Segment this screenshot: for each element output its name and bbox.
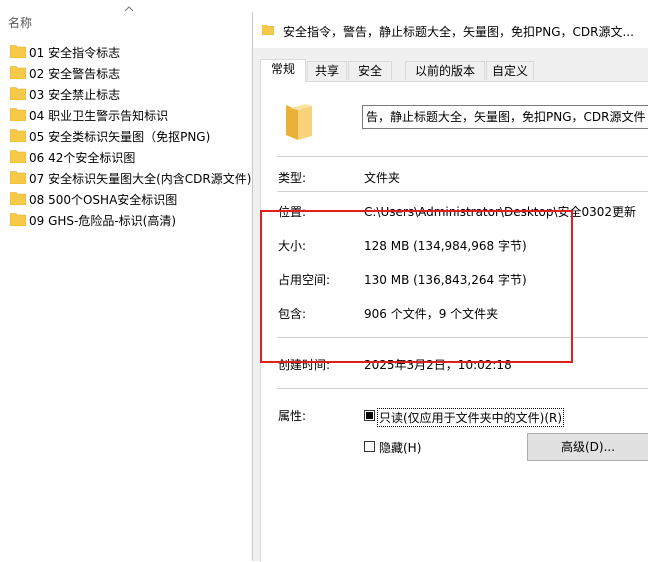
location-value[interactable]: C:\Users\Administrator\Desktop\安全0302更新 [364,203,636,220]
list-item[interactable]: 07 安全标识矢量图大全(内含CDR源文件) [0,167,252,188]
location-label: 位置: [278,205,307,219]
type-label: 类型: [278,171,307,185]
list-item[interactable]: 04 职业卫生警示告知标识 [0,104,252,125]
checkbox-indeterminate-icon [364,410,375,421]
list-item[interactable]: 06 42个安全标识图 [0,146,252,167]
list-item[interactable]: 08 500个OSHA安全标识图 [0,188,252,209]
folder-icon [10,66,26,79]
general-panel: 告，静止标题大全，矢量图，免扣PNG，CDR源文件 类型: 文件夹 位置: C:… [260,81,648,562]
disk-size-value[interactable]: 130 MB (136,843,264 字节) [364,271,527,288]
readonly-checkbox[interactable]: 只读(仅应用于文件夹中的文件)(R) [362,408,582,427]
sort-chevron-up-icon [124,6,134,12]
column-name-label: 名称 [8,16,33,30]
list-item[interactable]: 05 安全类标识矢量图（免抠PNG) [0,125,252,146]
folder-icon [10,213,26,226]
size-value[interactable]: 128 MB (134,984,968 字节) [364,237,527,254]
folder-icon [10,150,26,163]
tab-previous-versions[interactable]: 以前的版本 [405,61,485,80]
type-value: 文件夹 [364,171,401,185]
list-item[interactable]: 02 安全警告标志 [0,62,252,83]
readonly-label: 只读(仅应用于文件夹中的文件)(R) [377,408,565,427]
folder-icon [262,25,274,35]
tab-security[interactable]: 安全 [348,61,392,80]
list-item[interactable]: 03 安全禁止标志 [0,83,252,104]
folder-icon [10,87,26,100]
checkbox-unchecked-icon [364,441,375,452]
file-name: 09 GHS-危险品-标识(高清) [29,214,177,228]
file-name: 03 安全禁止标志 [29,88,121,102]
explorer-pane: 名称 01 安全指令标志 02 安全警告标志 03 安全禁止标志 04 职业卫生… [0,0,252,561]
folder-icon [286,104,312,140]
tab-sharing[interactable]: 共享 [307,61,347,80]
tab-customize[interactable]: 自定义 [486,61,534,80]
folder-name-input[interactable]: 告，静止标题大全，矢量图，免扣PNG，CDR源文件 [362,105,648,129]
folder-icon [10,108,26,121]
contains-label: 包含: [278,307,307,321]
size-label: 大小: [278,239,307,253]
column-header-name[interactable]: 名称 [0,0,252,32]
list-item[interactable]: 09 GHS-危险品-标识(高清) [0,209,252,230]
tab-general[interactable]: 常规 [260,59,306,82]
disk-size-label: 占用空间: [278,273,331,287]
file-list: 01 安全指令标志 02 安全警告标志 03 安全禁止标志 04 职业卫生警示告… [0,41,252,230]
properties-dialog: 安全指令，警告，静止标题大全，矢量图，免扣PNG，CDR源文... 常规 共享 … [252,12,648,562]
separator [277,156,648,157]
file-name: 04 职业卫生警示告知标识 [29,109,169,123]
file-name: 07 安全标识矢量图大全(内含CDR源文件) [29,172,252,186]
file-name: 02 安全警告标志 [29,67,121,81]
advanced-button[interactable]: 高级(D)... [527,433,648,461]
hidden-checkbox[interactable]: 隐藏(H) [362,439,442,455]
separator [277,388,648,389]
folder-icon [10,171,26,184]
separator [277,337,648,338]
hidden-label: 隐藏(H) [379,441,422,455]
separator [277,191,648,192]
folder-icon [10,45,26,58]
folder-icon [10,192,26,205]
file-name: 08 500个OSHA安全标识图 [29,193,178,207]
list-item[interactable]: 01 安全指令标志 [0,41,252,62]
contains-value[interactable]: 906 个文件，9 个文件夹 [364,305,498,322]
title-bar[interactable]: 安全指令，警告，静止标题大全，矢量图，免扣PNG，CDR源文... [253,12,648,48]
attributes-label: 属性: [278,409,307,423]
dialog-title: 安全指令，警告，静止标题大全，矢量图，免扣PNG，CDR源文... [283,25,634,39]
created-label: 创建时间: [278,358,331,372]
created-value[interactable]: 2025年3月2日，10:02:18 [364,356,512,373]
folder-icon [10,129,26,142]
file-name: 01 安全指令标志 [29,46,121,60]
file-name: 05 安全类标识矢量图（免抠PNG) [29,130,211,144]
file-name: 06 42个安全标识图 [29,151,136,165]
tab-strip: 常规 共享 安全 以前的版本 自定义 [260,59,640,82]
